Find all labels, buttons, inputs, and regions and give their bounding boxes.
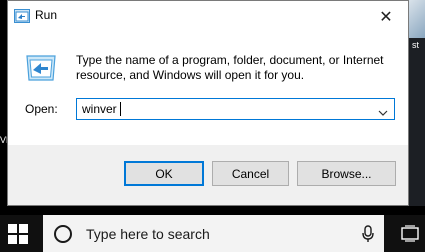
text-caret [120, 102, 121, 116]
desktop-background: st [409, 0, 425, 206]
browse-button[interactable]: Browse... [297, 161, 396, 186]
taskbar: Type here to search [0, 215, 425, 252]
open-input-value[interactable]: winver [82, 102, 117, 116]
search-placeholder: Type here to search [86, 226, 210, 242]
run-app-icon [14, 8, 30, 23]
dialog-description: Type the name of a program, folder, docu… [76, 53, 384, 82]
title-bar[interactable]: Run ✕ [8, 1, 408, 32]
ok-button[interactable]: OK [124, 161, 204, 186]
windows-start-icon[interactable] [8, 224, 28, 244]
cortana-circle-icon[interactable] [53, 224, 73, 244]
taskbar-search-box[interactable]: Type here to search [43, 215, 384, 252]
microphone-icon[interactable] [361, 225, 375, 243]
close-button[interactable]: ✕ [364, 1, 408, 32]
run-program-icon [24, 50, 60, 86]
task-view-icon[interactable] [401, 225, 419, 242]
dialog-body: Type the name of a program, folder, docu… [8, 32, 408, 145]
cancel-button[interactable]: Cancel [212, 161, 289, 186]
chevron-down-icon[interactable] [378, 103, 388, 116]
open-combobox[interactable]: winver [76, 98, 395, 120]
close-icon: ✕ [379, 7, 393, 26]
open-label: Open: [25, 102, 58, 116]
window-title: Run [35, 8, 58, 22]
run-dialog: Run ✕ Type the name of a program, folder… [7, 0, 409, 206]
desktop-partial-text-right: st [412, 40, 420, 50]
desktop-icon-partial[interactable] [409, 0, 425, 38]
